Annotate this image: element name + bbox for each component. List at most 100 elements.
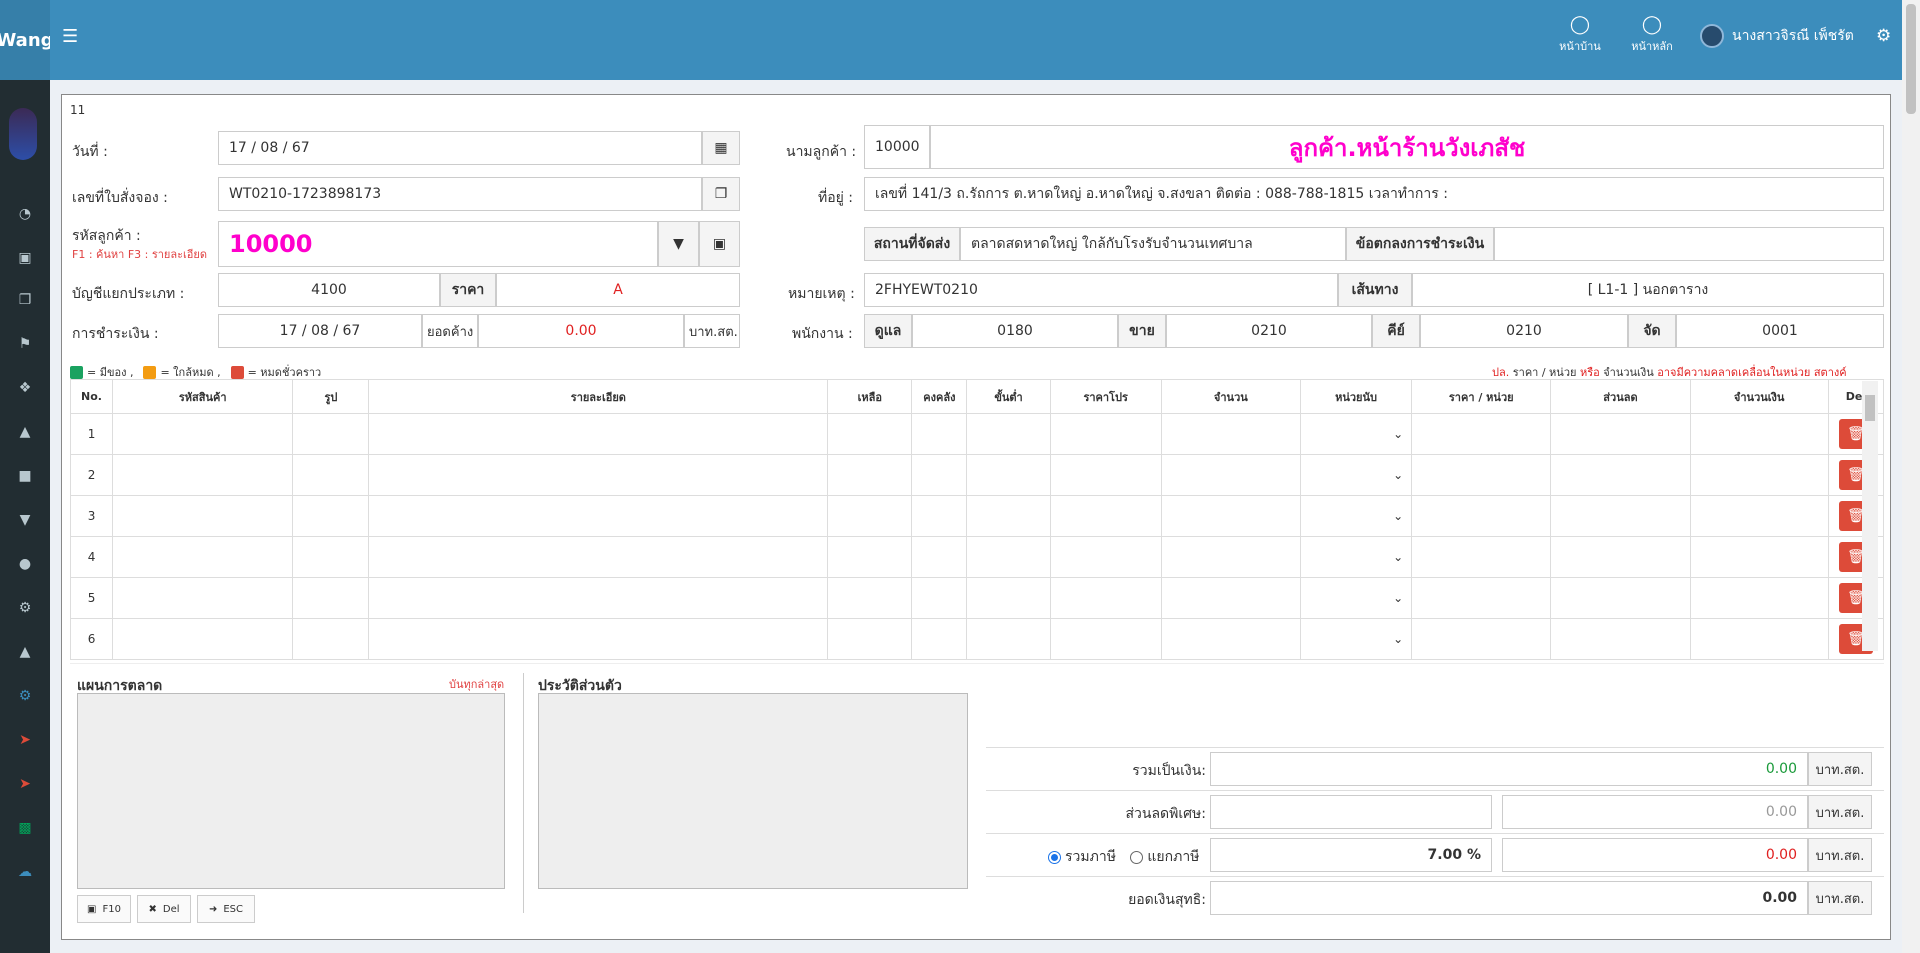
page-scrollbar[interactable] — [1902, 0, 1920, 953]
payment-date-input[interactable]: 17 / 08 / 67 — [218, 314, 422, 348]
table-scrollbar[interactable] — [1862, 381, 1878, 651]
chevron-down-icon[interactable]: ⌄ — [1301, 537, 1411, 577]
scroll-thumb[interactable] — [1865, 395, 1875, 421]
product-code-cell[interactable] — [112, 413, 294, 455]
customer-id-input[interactable]: 10000 — [864, 125, 930, 169]
chevron-down-icon[interactable]: ⌄ — [1301, 619, 1411, 659]
discount-cell[interactable] — [1550, 454, 1691, 496]
delivery-input[interactable]: ตลาดสดหาดใหญ่ ใกล้กับโรงรับจำนวนเทศบาล — [960, 227, 1346, 261]
quantity-cell[interactable] — [1160, 536, 1301, 578]
discount-cell[interactable] — [1550, 618, 1691, 660]
unit-select[interactable]: ⌄ — [1299, 618, 1413, 660]
unit-select[interactable]: ⌄ — [1299, 577, 1413, 619]
chevron-down-icon[interactable]: ⌄ — [1301, 414, 1411, 454]
discount-cell[interactable] — [1550, 577, 1691, 619]
chevron-down-icon[interactable]: ⌄ — [1301, 455, 1411, 495]
dashboard-icon[interactable]: ◔ — [0, 206, 50, 222]
money-icon[interactable]: ▣ — [0, 250, 50, 266]
escape-button[interactable]: ➜ ESC — [197, 895, 255, 923]
settings-gear-icon[interactable]: ⚙ — [1876, 26, 1891, 46]
copy-icon[interactable]: ❐ — [0, 292, 50, 308]
cloud-upload-icon[interactable]: ☁ — [0, 864, 50, 880]
unit-price-cell[interactable] — [1411, 495, 1552, 537]
nav-main-link[interactable]: ◯ หน้าหลัก — [1622, 14, 1682, 55]
product-code-cell[interactable] — [112, 454, 294, 496]
quantity-cell[interactable] — [1160, 618, 1301, 660]
calendar-icon[interactable]: ▦ — [702, 131, 740, 165]
app-logo[interactable]: Wang — [0, 0, 54, 80]
history-textarea[interactable] — [538, 693, 968, 889]
tag-icon[interactable]: ⚑ — [0, 336, 50, 352]
staff-key-value: 0210 — [1506, 323, 1542, 339]
bag-icon[interactable]: ■ — [0, 468, 50, 484]
discount-cell[interactable] — [1550, 495, 1691, 537]
chevron-down-icon[interactable]: ⌄ — [1301, 496, 1411, 536]
vat-exclude-radio[interactable] — [1130, 850, 1144, 864]
graduation-icon[interactable]: ▼ — [0, 512, 50, 528]
save-button[interactable]: ▣ F10 — [77, 895, 131, 923]
customer-name-input[interactable]: ลูกค้า.หน้าร้านวังเภสัช — [930, 125, 1884, 169]
page-scroll-thumb[interactable] — [1906, 4, 1916, 114]
account-input[interactable]: 4100 — [218, 273, 440, 307]
order-no-input[interactable]: WT0210-1723898173 — [218, 177, 702, 211]
quantity-cell[interactable] — [1160, 413, 1301, 455]
discount-input[interactable] — [1210, 795, 1492, 829]
remark-input[interactable]: 2FHYEWT0210 — [864, 273, 1338, 307]
address-input[interactable]: เลขที่ 141/3 ถ.รัถการ ต.หาดใหญ่ อ.หาดใหญ… — [864, 177, 1884, 211]
unit-select[interactable]: ⌄ — [1299, 495, 1413, 537]
staff-key-input[interactable]: 0210 — [1420, 314, 1628, 348]
product-code-cell[interactable] — [112, 536, 294, 578]
quantity-cell[interactable] — [1160, 577, 1301, 619]
staff-pack-input[interactable]: 0001 — [1676, 314, 1884, 348]
date-input[interactable]: 17 / 08 / 67 — [218, 131, 702, 165]
image-cell — [292, 577, 370, 619]
unit-select[interactable]: ⌄ — [1299, 536, 1413, 578]
discount-cell[interactable] — [1550, 413, 1691, 455]
send-icon[interactable]: ➤ — [0, 776, 50, 792]
send-icon[interactable]: ➤ — [0, 732, 50, 748]
price-level-input[interactable]: A — [496, 273, 740, 307]
unit-select[interactable]: ⌄ — [1299, 413, 1413, 455]
vat-include-radio[interactable] — [1048, 850, 1061, 864]
product-code-cell[interactable] — [112, 577, 294, 619]
customer-code-hint: F1 : ค้นหา F3 : รายละเอียด — [72, 248, 207, 261]
copy-icon[interactable]: ❐ — [702, 177, 740, 211]
product-code-cell[interactable] — [112, 618, 294, 660]
unit-price-cell[interactable] — [1411, 413, 1552, 455]
route-input[interactable]: [ L1-1 ] นอกตาราง — [1412, 273, 1884, 307]
user-menu[interactable]: นางสาวจิรณี เพ็ชรัต — [1700, 24, 1854, 48]
customer-code-input[interactable]: 10000 — [218, 221, 658, 267]
image-cell — [292, 536, 370, 578]
delete-button[interactable]: ✖ Del — [137, 895, 191, 923]
quantity-cell[interactable] — [1160, 495, 1301, 537]
marketing-plan-textarea[interactable] — [77, 693, 505, 889]
car-icon[interactable]: ▲ — [0, 644, 50, 660]
cog-icon[interactable]: ⚙ — [0, 600, 50, 616]
cubes-icon[interactable]: ❖ — [0, 380, 50, 396]
nav-home-link[interactable]: ◯ หน้าบ้าน — [1550, 14, 1610, 55]
file-icon[interactable]: ▩ — [0, 820, 50, 836]
chevron-down-icon[interactable]: ⌄ — [1301, 578, 1411, 618]
terms-input[interactable] — [1494, 227, 1884, 261]
vat-rate-input[interactable]: 7.00 % — [1210, 838, 1492, 872]
discount-cell[interactable] — [1550, 536, 1691, 578]
unit-select[interactable]: ⌄ — [1299, 454, 1413, 496]
save-icon: ▣ — [87, 903, 97, 915]
staff-care-input[interactable]: 0180 — [912, 314, 1118, 348]
menu-toggle-icon[interactable]: ☰ — [62, 26, 78, 47]
minimum-cell — [966, 577, 1051, 619]
quantity-cell[interactable] — [1160, 454, 1301, 496]
balance-input[interactable]: 0.00 — [478, 314, 684, 348]
unit-price-cell[interactable] — [1411, 536, 1552, 578]
unit-price-cell[interactable] — [1411, 454, 1552, 496]
unit-price-cell[interactable] — [1411, 577, 1552, 619]
latest-record-link[interactable]: บันทุกล่าสุด — [449, 675, 504, 693]
book-icon[interactable]: ▣ — [699, 221, 740, 267]
unit-price-cell[interactable] — [1411, 618, 1552, 660]
staff-sale-input[interactable]: 0210 — [1166, 314, 1372, 348]
car-icon[interactable]: ▲ — [0, 424, 50, 440]
product-code-cell[interactable] — [112, 495, 294, 537]
graduation-icon[interactable]: ▼ — [658, 221, 699, 267]
user-plus-icon[interactable]: ● — [0, 556, 50, 572]
cogs-icon[interactable]: ⚙ — [0, 688, 50, 704]
